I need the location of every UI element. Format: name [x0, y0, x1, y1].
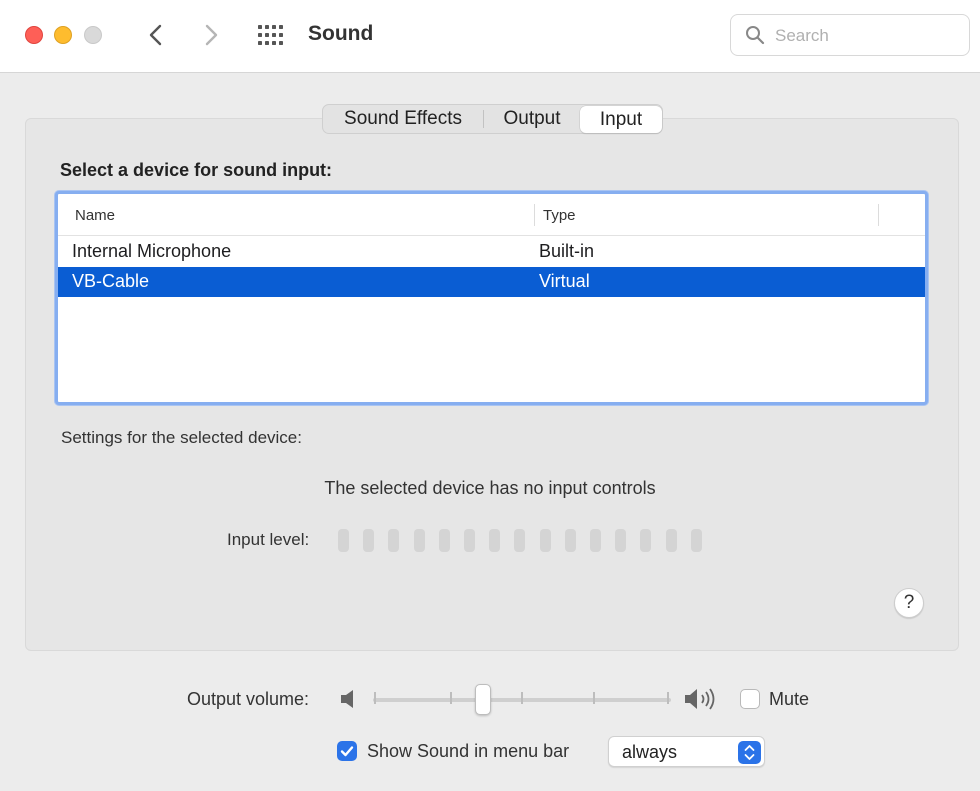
input-level-segment — [338, 529, 349, 552]
output-volume-slider-thumb[interactable] — [475, 684, 491, 715]
input-level-segment — [640, 529, 652, 552]
input-level-segment — [690, 529, 702, 552]
checkmark-icon — [340, 746, 354, 757]
table-row-selected[interactable]: VB-Cable Virtual — [58, 267, 925, 297]
up-down-chevron-icon — [744, 745, 755, 760]
slider-tick — [667, 692, 669, 704]
show-in-menu-bar-checkbox[interactable] — [337, 741, 357, 761]
tab-output[interactable]: Output — [484, 105, 580, 133]
input-level-segment — [665, 529, 677, 552]
column-header-type[interactable]: Type — [543, 207, 576, 224]
search-field[interactable] — [730, 14, 970, 56]
speaker-low-icon — [341, 690, 353, 708]
input-level-segment — [590, 529, 601, 552]
input-level-segment — [413, 529, 425, 552]
device-name: Internal Microphone — [72, 241, 232, 261]
input-level-label: Input level: — [227, 530, 310, 549]
slider-tick — [450, 692, 452, 704]
chevron-left-icon — [149, 24, 162, 46]
input-level-segment — [514, 529, 526, 552]
speaker-high-icon — [685, 688, 715, 710]
device-name: VB-Cable — [72, 271, 150, 291]
help-button[interactable]: ? — [894, 588, 924, 618]
column-header-name[interactable]: Name — [75, 207, 115, 224]
column-divider — [534, 204, 535, 226]
slider-tick — [593, 692, 595, 704]
select-value: always — [622, 742, 678, 762]
menu-bar-visibility-select[interactable]: always — [608, 736, 765, 767]
mute-label: Mute — [769, 689, 810, 709]
back-button[interactable] — [142, 20, 170, 50]
settings-label: Settings for the selected device: — [61, 428, 302, 447]
table-row[interactable]: Internal Microphone Built-in — [58, 237, 925, 267]
forward-button[interactable] — [197, 20, 225, 50]
grid-icon — [258, 25, 283, 45]
show-in-menu-bar-label: Show Sound in menu bar — [367, 741, 570, 761]
column-divider — [878, 204, 879, 226]
input-level-segment — [564, 529, 576, 552]
input-level-segment — [539, 529, 551, 552]
search-icon — [746, 26, 765, 45]
zoom-window-button[interactable] — [84, 26, 102, 44]
input-level-segment — [388, 529, 400, 552]
chevron-right-icon — [205, 24, 218, 46]
search-input[interactable] — [775, 23, 955, 49]
input-level-segment — [363, 529, 375, 552]
mute-checkbox[interactable] — [740, 689, 760, 709]
tab-bar: Sound Effects Output Input — [322, 104, 663, 134]
input-level-segment — [464, 529, 475, 552]
output-volume-label: Output volume: — [187, 689, 310, 709]
window-title: Sound — [308, 22, 374, 45]
slider-tick — [374, 692, 376, 704]
input-device-table[interactable]: Name Type Internal Microphone Built-in V… — [55, 191, 928, 405]
input-level-segment — [489, 529, 501, 552]
device-type: Built-in — [539, 241, 595, 261]
no-controls-message: The selected device has no input control… — [324, 478, 656, 498]
tab-input[interactable]: Input — [580, 105, 662, 133]
close-window-button[interactable] — [25, 26, 43, 44]
section-title: Select a device for sound input: — [60, 160, 333, 180]
input-level-segment — [615, 529, 627, 552]
input-level-segment — [438, 529, 450, 552]
tab-sound-effects[interactable]: Sound Effects — [323, 105, 483, 133]
device-type: Virtual — [539, 271, 590, 291]
table-header: Name Type — [58, 194, 925, 236]
select-stepper — [738, 741, 761, 764]
slider-tick — [521, 692, 523, 704]
show-all-button[interactable] — [257, 24, 285, 46]
minimize-window-button[interactable] — [54, 26, 72, 44]
title-bar: Sound — [0, 0, 980, 73]
